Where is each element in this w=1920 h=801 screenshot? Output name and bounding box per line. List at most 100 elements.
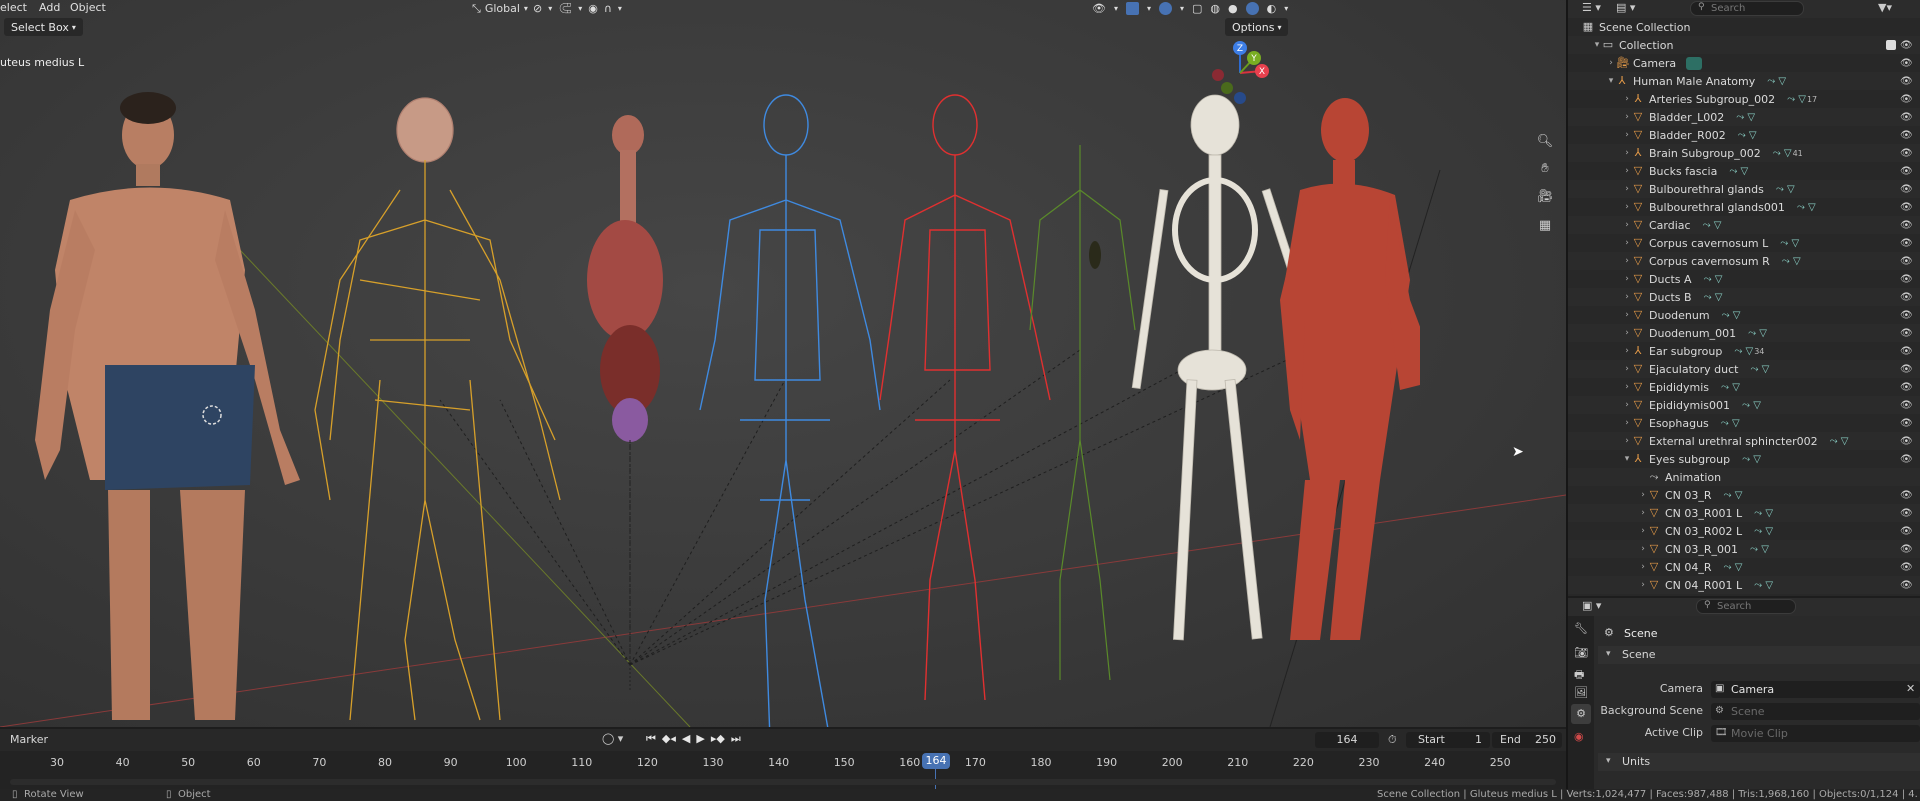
modifier-data-icon[interactable]: ⤳ ▽	[1722, 310, 1741, 321]
outliner-row[interactable]: › ▽ Bucks fascia ⤳ ▽ 👁︎	[1568, 162, 1920, 180]
expand-arrow-icon[interactable]: ›	[1638, 580, 1648, 590]
expand-arrow-icon[interactable]: ›	[1622, 364, 1632, 374]
expand-arrow-icon[interactable]: ›	[1606, 58, 1616, 68]
outliner-row[interactable]: ▾ ⅄ Eyes subgroup ⤳ ▽ 👁︎	[1568, 450, 1920, 468]
material-shading-icon[interactable]	[1245, 2, 1259, 15]
scene-tab-icon[interactable]: ⚙︎	[1571, 704, 1591, 724]
outliner-row[interactable]: ⤳ Animation	[1568, 468, 1920, 486]
filter-icon[interactable]: ▼▾	[1878, 1, 1892, 14]
expand-arrow-icon[interactable]: ›	[1622, 166, 1632, 176]
modifier-data-icon[interactable]: ⤳ ▽	[1724, 562, 1743, 573]
menu-add[interactable]: Add	[39, 1, 60, 14]
expand-arrow-icon[interactable]: ›	[1622, 112, 1632, 122]
expand-arrow-open-icon[interactable]: ▾	[1606, 76, 1616, 86]
expand-arrow-icon[interactable]: ›	[1622, 130, 1632, 140]
modifier-data-icon[interactable]: ⤳ ▽	[1773, 148, 1792, 159]
expand-arrow-icon[interactable]: ›	[1622, 148, 1632, 158]
outliner-row[interactable]: › ▽ Esophagus ⤳ ▽ 👁︎	[1568, 414, 1920, 432]
modifier-data-icon[interactable]: ⤳ ▽	[1734, 346, 1753, 357]
visibility-eye-icon[interactable]: 👁︎	[1900, 94, 1914, 105]
modifier-data-icon[interactable]: ⤳ ▽	[1736, 112, 1755, 123]
play-reverse-icon[interactable]: ◀	[682, 732, 690, 746]
expand-arrow-icon[interactable]: ›	[1622, 436, 1632, 446]
camera-data-icon[interactable]	[1686, 56, 1703, 70]
outliner-search-input[interactable]: Search	[1690, 1, 1804, 16]
outliner-row[interactable]: › ▽ CN 03_R ⤳ ▽ 👁︎	[1568, 486, 1920, 504]
outliner-row[interactable]: › ▽ Corpus cavernosum L ⤳ ▽ 👁︎	[1568, 234, 1920, 252]
visibility-eye-icon[interactable]: 👁︎	[1900, 292, 1914, 303]
expand-arrow-open-icon[interactable]: ▾	[1622, 454, 1632, 464]
expand-arrow-icon[interactable]: ›	[1622, 382, 1632, 392]
view-layer-tab-icon[interactable]: 🖼︎	[1574, 686, 1588, 699]
outliner-row[interactable]: › ▽ Bulbourethral glands001 ⤳ ▽ 👁︎	[1568, 198, 1920, 216]
camera-view-icon[interactable]: 🎥︎	[1534, 185, 1556, 207]
visibility-eye-icon[interactable]: 👁︎	[1900, 184, 1914, 195]
prev-keyframe-icon[interactable]: ◆◂	[662, 732, 676, 746]
display-mode-icon[interactable]: ▤ ▾	[1616, 1, 1635, 14]
gizmo-toggle-icon[interactable]	[1125, 2, 1139, 15]
zoom-icon[interactable]: 🔍︎	[1534, 130, 1556, 152]
outliner-row[interactable]: › ⅄ Brain Subgroup_002 ⤳ ▽ 41 👁︎	[1568, 144, 1920, 162]
outliner-row[interactable]: › ▽ Epididymis ⤳ ▽ 👁︎	[1568, 378, 1920, 396]
visibility-eye-icon[interactable]: 👁︎	[1900, 238, 1914, 249]
outliner-row[interactable]: › ▽ Ducts B ⤳ ▽ 👁︎	[1568, 288, 1920, 306]
visibility-eye-icon[interactable]: 👁︎	[1900, 436, 1914, 447]
modifier-data-icon[interactable]: ⤳ ▽	[1780, 238, 1799, 249]
modifier-data-icon[interactable]: ⤳ ▽	[1830, 436, 1849, 447]
next-keyframe-icon[interactable]: ▸◆	[711, 732, 725, 746]
playhead-indicator[interactable]: 164	[922, 753, 950, 769]
modifier-data-icon[interactable]: ⤳ ▽	[1721, 382, 1740, 393]
visibility-eye-icon[interactable]: 👁︎	[1900, 508, 1914, 519]
outliner-row[interactable]: › ▽ Duodenum ⤳ ▽ 👁︎	[1568, 306, 1920, 324]
modifier-data-icon[interactable]: ⤳ ▽	[1742, 400, 1761, 411]
modifier-data-icon[interactable]: ⤳ ▽	[1703, 220, 1722, 231]
exclude-checkbox[interactable]	[1886, 40, 1896, 50]
wireframe-shading-icon[interactable]: ◍	[1210, 2, 1220, 15]
end-frame-field[interactable]: End 250	[1492, 732, 1562, 748]
clear-field-icon[interactable]: ✕	[1906, 682, 1915, 695]
visibility-eye-icon[interactable]: 👁︎	[1900, 58, 1914, 69]
modifier-data-icon[interactable]: ⤳ ▽	[1776, 184, 1795, 195]
outliner-row[interactable]: › ▽ Corpus cavernosum R ⤳ ▽ 👁︎	[1568, 252, 1920, 270]
stopwatch-icon[interactable]: ⏱	[1388, 733, 1397, 747]
expand-arrow-icon[interactable]: ›	[1622, 418, 1632, 428]
camera-field[interactable]: Camera	[1711, 681, 1920, 698]
snapping-controls[interactable]: ⊘ ▾ 🧲︎ ▾ ◉ ∩ ▾	[533, 0, 622, 17]
scene-panel-header[interactable]: ▾ Scene	[1598, 646, 1920, 664]
visibility-icon[interactable]: 👁︎	[1092, 2, 1106, 15]
visibility-eye-icon[interactable]: 👁︎	[1900, 130, 1914, 141]
outliner-row[interactable]: › ▽ CN 03_R002 L ⤳ ▽ 👁︎	[1568, 522, 1920, 540]
visibility-eye-icon[interactable]: 👁︎	[1900, 256, 1914, 267]
modifier-data-icon[interactable]: ⤳ ▽	[1704, 292, 1723, 303]
menu-select[interactable]: elect	[0, 1, 27, 14]
modifier-data-icon[interactable]: ⤳ ▽	[1754, 508, 1773, 519]
active-clip-field[interactable]: Movie Clip	[1711, 725, 1920, 742]
expand-arrow-icon[interactable]: ›	[1622, 238, 1632, 248]
perspective-toggle-icon[interactable]: ▦	[1534, 214, 1556, 236]
outliner-row[interactable]: › ⅄ Arteries Subgroup_002 ⤳ ▽ 17 👁︎	[1568, 90, 1920, 108]
visibility-eye-icon[interactable]: 👁︎	[1900, 274, 1914, 285]
visibility-eye-icon[interactable]: 👁︎	[1900, 526, 1914, 537]
modifier-data-icon[interactable]: ⤳ ▽	[1742, 454, 1761, 465]
modifier-data-icon[interactable]: ⤳ ▽	[1754, 580, 1773, 591]
outliner-row[interactable]: › ▽ CN 04_R001 L ⤳ ▽ 👁︎	[1568, 576, 1920, 594]
modifier-data-icon[interactable]: ⤳ ▽	[1797, 202, 1816, 213]
expand-arrow-icon[interactable]: ›	[1622, 310, 1632, 320]
expand-arrow-icon[interactable]: ›	[1622, 256, 1632, 266]
visibility-eye-icon[interactable]: 👁︎	[1900, 76, 1914, 87]
outliner-row[interactable]: › 🎥︎ Camera 👁︎	[1568, 54, 1920, 72]
3d-viewport[interactable]: elect Add Object ⤡ Global ▾ ⊘ ▾ 🧲︎ ▾ ◉ ∩ ▾ …	[0, 0, 1566, 727]
visibility-eye-icon[interactable]: 👁︎	[1900, 382, 1914, 393]
modifier-data-icon[interactable]: ⤳ ▽	[1750, 544, 1769, 555]
overlay-toggle-icon[interactable]	[1159, 2, 1172, 15]
xray-icon[interactable]: ▢	[1192, 2, 1202, 15]
outliner-row[interactable]: ▾ ⅄ Human Male Anatomy ⤳ ▽ 👁︎	[1568, 72, 1920, 90]
modifier-data-icon[interactable]: ⤳ ▽	[1721, 418, 1740, 429]
expand-arrow-icon[interactable]: ›	[1622, 328, 1632, 338]
solid-shading-icon[interactable]: ●	[1228, 2, 1238, 15]
auto-keying-icon[interactable]: ◯ ▾	[602, 732, 623, 745]
expand-arrow-icon[interactable]: ›	[1638, 544, 1648, 554]
outliner-row[interactable]: ▦ Scene Collection	[1568, 18, 1920, 36]
outliner-row[interactable]: › ▽ External urethral sphincter002 ⤳ ▽ 👁︎	[1568, 432, 1920, 450]
visibility-eye-icon[interactable]: 👁︎	[1900, 310, 1914, 321]
